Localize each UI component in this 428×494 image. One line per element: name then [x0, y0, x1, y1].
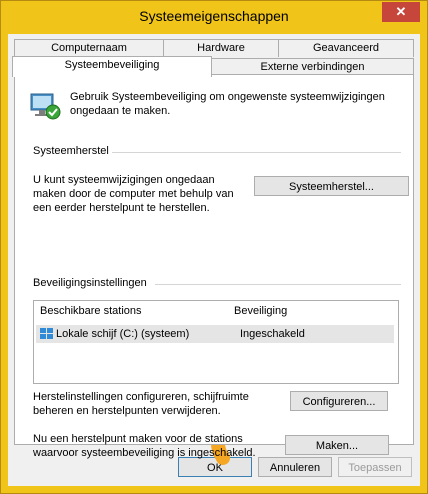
tab-panel: Gebruik Systeembeveiliging om ongewenste… — [14, 74, 414, 459]
tab-hardware[interactable]: Hardware — [163, 39, 279, 57]
dialog-window: Systeemeigenschappen ✕ Computernaam Hard… — [0, 0, 428, 494]
stations-list[interactable]: Beschikbare stations Beveiliging Lokale … — [33, 300, 399, 384]
tab-computernaam[interactable]: Computernaam — [14, 39, 164, 57]
restore-description: U kunt systeemwijzigingen ongedaan maken… — [33, 174, 234, 214]
create-description: Nu een herstelpunt maken voor de station… — [33, 433, 256, 459]
station-name: Lokale schijf (C:) (systeem) — [56, 328, 190, 340]
configure-description: Herstelinstellingen configureren, schijf… — [33, 391, 249, 417]
restore-group-title: Systeemherstel — [33, 145, 112, 157]
column-header-stations[interactable]: Beschikbare stations — [40, 305, 142, 317]
close-icon: ✕ — [395, 4, 407, 19]
configure-button[interactable]: Configureren... — [290, 391, 388, 411]
list-header: Beschikbare stations Beveiliging — [34, 301, 398, 321]
protection-group-title: Beveiligingsinstellingen — [33, 277, 150, 289]
tab-geavanceerd[interactable]: Geavanceerd — [278, 39, 414, 57]
tab-systeembeveiliging[interactable]: Systeembeveiliging — [12, 56, 212, 77]
system-protection-icon — [30, 93, 61, 120]
divider — [155, 284, 401, 285]
apply-button: Toepassen — [338, 457, 412, 477]
cancel-button[interactable]: Annuleren — [258, 457, 332, 477]
close-button[interactable]: ✕ — [382, 2, 420, 22]
intro-text: Gebruik Systeembeveiliging om ongewenste… — [70, 91, 385, 117]
title-bar[interactable]: Systeemeigenschappen ✕ — [1, 1, 427, 34]
protection-status: Ingeschakeld — [240, 328, 305, 340]
divider — [93, 152, 401, 153]
window-title: Systeemeigenschappen — [139, 8, 289, 24]
create-button[interactable]: Maken... — [285, 435, 389, 455]
ok-button[interactable]: OK — [178, 457, 252, 477]
table-row[interactable]: Lokale schijf (C:) (systeem) Ingeschakel… — [36, 325, 394, 343]
dialog-client: Computernaam Hardware Geavanceerd Systee… — [8, 34, 420, 486]
system-restore-button[interactable]: Systeemherstel... — [254, 176, 409, 196]
drive-icon — [40, 328, 53, 339]
column-header-protection[interactable]: Beveiliging — [234, 305, 287, 317]
